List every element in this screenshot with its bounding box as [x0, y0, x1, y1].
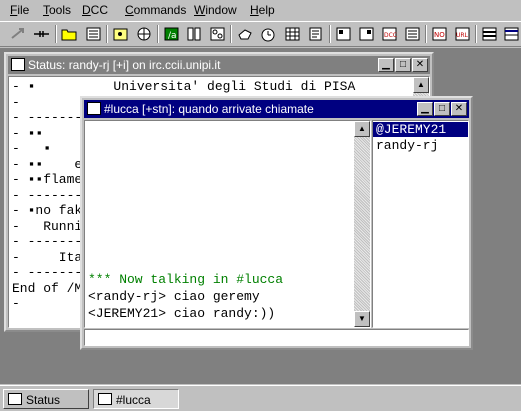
menu-window-rest: indow: [205, 3, 237, 17]
minimize-button[interactable]: ▁: [378, 58, 394, 72]
mdi-client-area: Status: randy-rj [+i] on irc.ccii.unipi.…: [0, 48, 521, 384]
toolbar-separator: [475, 25, 477, 43]
minimize-button[interactable]: ▁: [417, 102, 433, 116]
menu-dcc[interactable]: DCC: [82, 3, 108, 17]
menu-tools-rest: ools: [49, 3, 72, 17]
maximize-button[interactable]: □: [395, 58, 411, 72]
status-line: End of /M: [12, 280, 83, 296]
toolbar-separator: [106, 25, 108, 43]
channel-window-icon: [98, 393, 112, 405]
close-button[interactable]: ✕: [412, 58, 428, 72]
nick-list[interactable]: @JEREMY21 randy-rj: [372, 120, 469, 328]
menu-dcc-rest: CC: [90, 3, 109, 17]
tile-horizontal-icon[interactable]: [480, 25, 499, 43]
taskbar-status-button[interactable]: Status: [3, 389, 89, 409]
toolbar-separator: [157, 25, 159, 43]
no-icon[interactable]: NO: [430, 25, 449, 43]
address-book-icon[interactable]: [111, 25, 130, 43]
control-icon[interactable]: [306, 25, 325, 43]
message-scrollbar[interactable]: ▲ ▼: [354, 121, 370, 327]
toolbar-separator: [230, 25, 232, 43]
popups-icon[interactable]: DCC: [380, 25, 399, 43]
svg-text:NO: NO: [434, 31, 445, 39]
nick-item[interactable]: @JEREMY21: [373, 122, 468, 137]
menu-file-rest: ile: [17, 3, 30, 17]
menu-file[interactable]: File: [10, 3, 29, 17]
folder-icon[interactable]: [60, 25, 79, 43]
menu-dcc-accel: D: [82, 3, 91, 17]
status-window-icon: [8, 393, 22, 405]
channel-window[interactable]: #lucca [+stn]: quando arrivate chiamate …: [80, 96, 473, 350]
menu-commands[interactable]: Commands: [125, 3, 186, 17]
toolbar-separator: [425, 25, 427, 43]
nick-item[interactable]: randy-rj: [373, 138, 468, 153]
channel-window-icon[interactable]: [87, 102, 101, 115]
taskbar-channel-label: #lucca: [116, 393, 151, 407]
menu-commands-rest: ommands: [133, 3, 187, 17]
status-titlebar[interactable]: Status: randy-rj [+i] on irc.ccii.unipi.…: [8, 56, 430, 74]
channel-title: #lucca [+stn]: quando arrivate chiamate: [104, 102, 314, 116]
window-taskbar: Status #lucca: [0, 385, 521, 411]
scroll-up-button[interactable]: ▲: [354, 121, 370, 137]
scroll-up-button[interactable]: ▲: [413, 77, 429, 93]
status-window-icon[interactable]: [11, 58, 25, 71]
taskbar-channel-button[interactable]: #lucca: [93, 389, 179, 409]
message-pane[interactable]: *** Now talking in #lucca <randy-rj> ciao…: [84, 120, 371, 328]
menu-help[interactable]: Help: [250, 3, 275, 17]
svg-text:DCC: DCC: [384, 32, 397, 39]
options-icon[interactable]: [84, 25, 103, 43]
timer-icon[interactable]: [259, 25, 278, 43]
connect-icon[interactable]: [8, 25, 27, 43]
script-editor-icon[interactable]: [334, 25, 353, 43]
channels-list-icon[interactable]: [135, 25, 154, 43]
menu-help-accel: H: [250, 3, 259, 17]
status-line: - ▪▪: [12, 125, 44, 141]
status-line: - Ital: [12, 249, 91, 265]
status-line: - ▪no fak: [12, 203, 83, 218]
clock-icon[interactable]: [283, 25, 302, 43]
toolbar: /a DCC NO URL: [0, 21, 521, 47]
status-line: - Runni: [12, 218, 83, 234]
status-line: - ▪▪flame: [12, 172, 83, 187]
remote-icon[interactable]: [403, 25, 422, 43]
status-title: Status: randy-rj [+i] on irc.ccii.unipi.…: [28, 58, 221, 72]
url-icon[interactable]: URL: [453, 25, 472, 43]
menu-tools[interactable]: Tools: [43, 3, 71, 17]
taskbar-status-label: Status: [26, 393, 61, 407]
channel-titlebar[interactable]: #lucca [+stn]: quando arrivate chiamate …: [84, 100, 469, 118]
svg-text:URL: URL: [456, 32, 469, 39]
toolbar-separator: [329, 25, 331, 43]
disconnect-icon[interactable]: [32, 25, 51, 43]
svg-text:/a: /a: [168, 31, 177, 41]
message-line: *** Now talking in #lucca: [88, 272, 284, 287]
status-line: - ▪ Universita' degli Studi di PISA: [12, 79, 356, 94]
menu-help-rest: elp: [258, 3, 275, 17]
notify-icon[interactable]: [185, 25, 204, 43]
toolbar-separator: [55, 25, 57, 43]
maximize-button[interactable]: □: [434, 102, 450, 116]
aliases-icon[interactable]: [357, 25, 376, 43]
status-line: -: [12, 296, 20, 311]
message-line: <randy-rj> ciao geremy: [88, 289, 260, 304]
dcc-send-icon[interactable]: [208, 25, 227, 43]
menu-bar: File Tools DCC Commands Window Help: [0, 0, 521, 20]
message-input[interactable]: [84, 329, 469, 346]
message-line: <JEREMY21> ciao randy:)): [88, 306, 276, 321]
colors-icon[interactable]: /a: [162, 25, 181, 43]
menu-commands-accel: C: [125, 3, 134, 17]
tile-vertical-icon[interactable]: [502, 25, 521, 43]
menu-window-accel: W: [194, 3, 206, 17]
close-button[interactable]: ✕: [451, 102, 467, 116]
status-line: - ▪▪ e: [12, 156, 83, 172]
menu-window[interactable]: Window: [194, 3, 237, 17]
scroll-down-button[interactable]: ▼: [354, 311, 370, 327]
dcc-chat-icon[interactable]: [236, 25, 255, 43]
